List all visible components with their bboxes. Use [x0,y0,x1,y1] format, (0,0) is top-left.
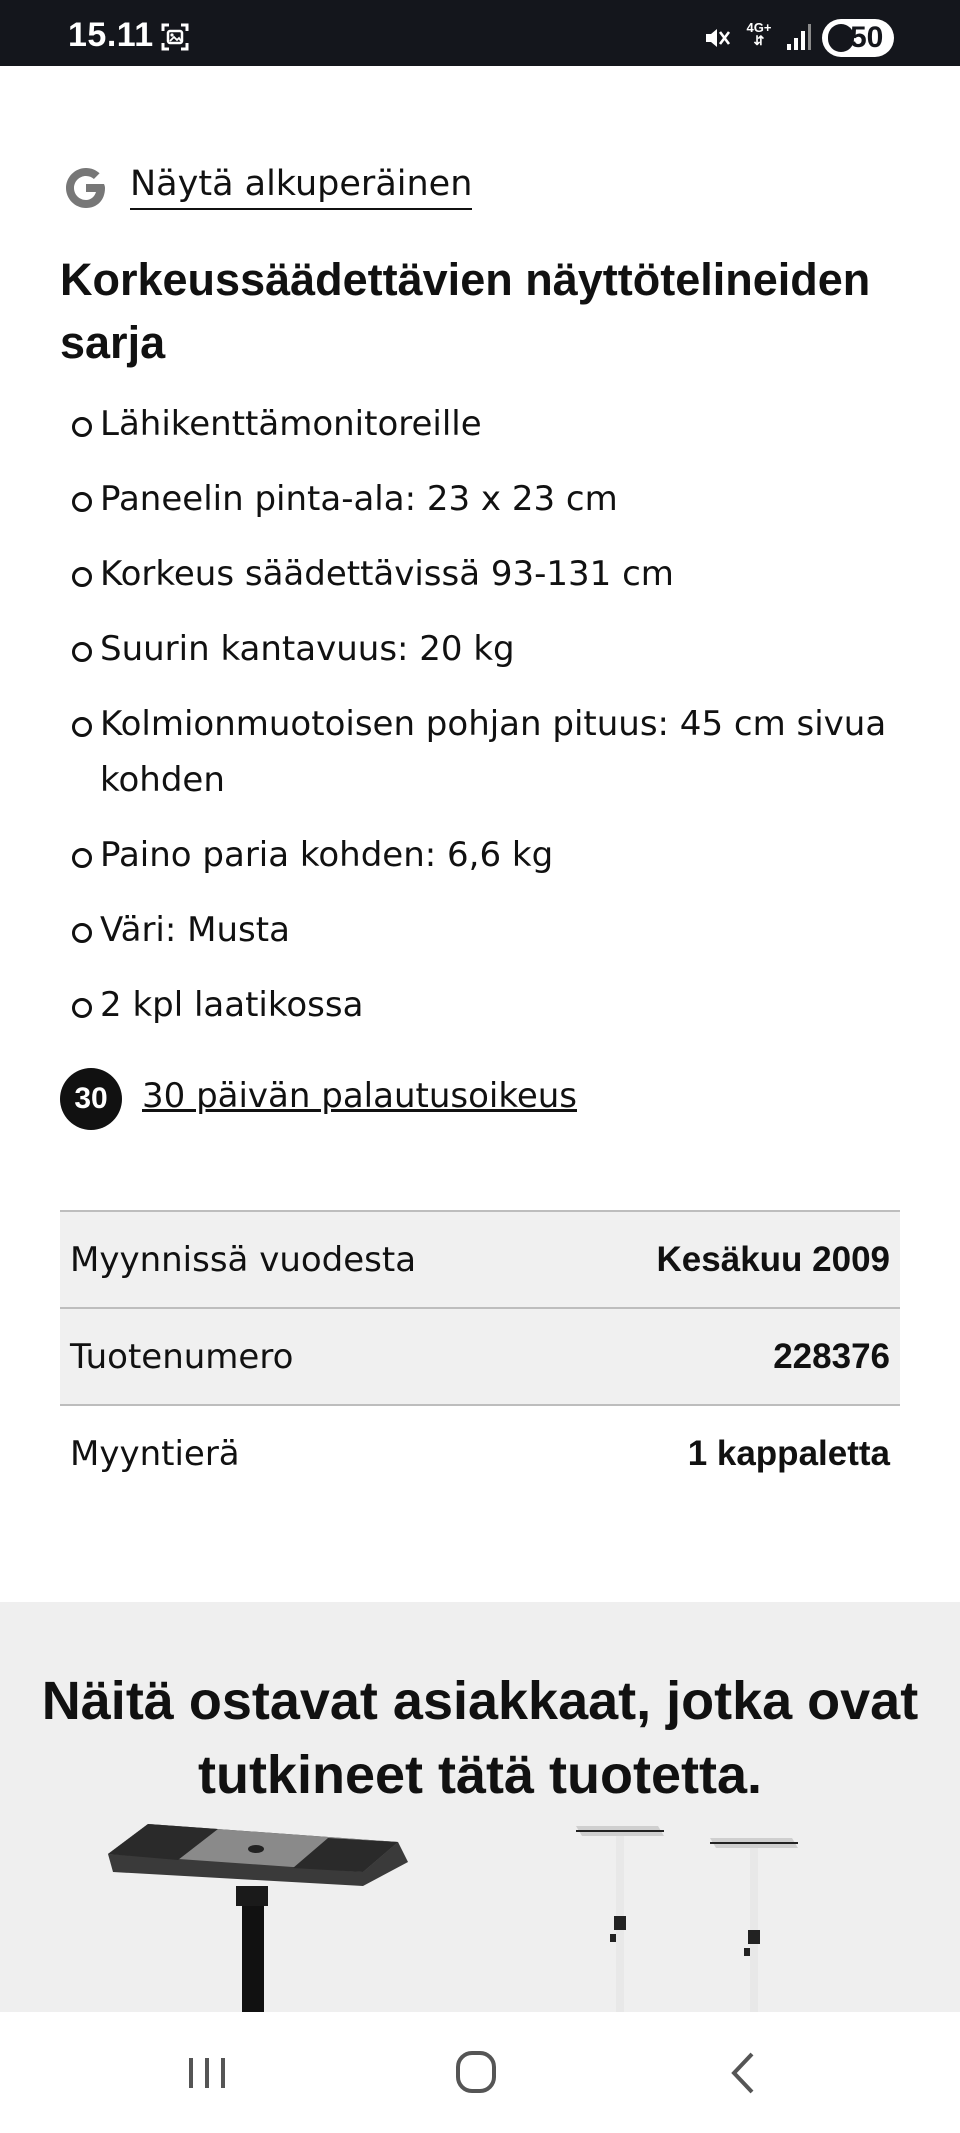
feature-list: Lähikenttämonitoreille Paneelin pinta-al… [60,396,920,1052]
detail-value: Kesäkuu 2009 [656,1239,890,1279]
battery-icon: 50 [822,19,894,57]
detail-value: 228376 [773,1336,890,1376]
product-image[interactable] [108,1824,418,2012]
home-icon[interactable] [446,2048,506,2098]
recommendations-section: Näitä ostavat asiakkaat, jotka ovat tutk… [0,1602,960,2012]
detail-label: Tuotenumero [70,1336,294,1377]
table-row: Myynnissä vuodesta Kesäkuu 2009 [60,1211,900,1308]
feature-item: Lähikenttämonitoreille [60,396,920,452]
table-row: Tuotenumero 228376 [60,1308,900,1405]
return-policy-link[interactable]: 30 päivän palautusoikeus [142,1076,577,1116]
battery-saver-icon [828,24,854,52]
status-bar: 15.11 4G+ ⇵ 50 [0,0,960,66]
feature-item: Korkeus säädettävissä 93-131 cm [60,546,920,602]
return-days-badge: 30 [60,1068,122,1130]
google-icon [66,168,105,208]
detail-value: 1 kappaletta [687,1434,890,1473]
feature-item: Paneelin pinta-ala: 23 x 23 cm [60,471,920,527]
network-icon: 4G+ ⇵ [744,21,774,48]
table-row: Myyntierä 1 kappaletta [60,1405,900,1502]
recent-apps-icon[interactable] [177,2048,237,2098]
detail-label: Myyntierä [70,1434,240,1474]
product-title: Korkeussäädettävien näyttötelineiden sar… [60,254,871,368]
product-details-table: Myynnissä vuodesta Kesäkuu 2009 Tuotenum… [60,1210,900,1502]
product-image[interactable] [570,1824,810,2012]
system-nav-bar [0,2012,960,2133]
feature-item: Kolmionmuotoisen pohjan pituus: 45 cm si… [60,696,920,808]
back-icon[interactable] [714,2048,774,2098]
feature-item: Paino paria kohden: 6,6 kg [60,827,920,883]
screenshot-icon [161,23,189,51]
battery-level: 50 [850,21,884,54]
feature-item: Väri: Musta [60,902,920,958]
show-original-link[interactable]: Näytä alkuperäinen [130,164,473,210]
detail-label: Myynnissä vuodesta [70,1239,417,1280]
feature-item: 2 kpl laatikossa [60,977,920,1033]
status-time: 15.11 [68,16,154,54]
mute-icon [706,29,731,47]
recommendations-title: Näitä ostavat asiakkaat, jotka ovat tutk… [41,1671,919,1805]
feature-item: Suurin kantavuus: 20 kg [60,621,920,677]
signal-icon [787,24,811,50]
